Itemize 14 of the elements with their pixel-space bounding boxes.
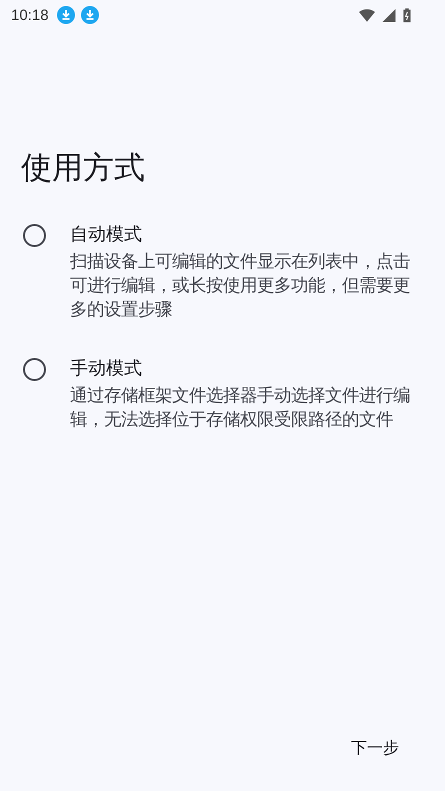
radio-button[interactable]: [23, 224, 46, 247]
option-label: 自动模式: [70, 223, 143, 247]
option-label: 手动模式: [70, 357, 143, 381]
option-description: 通过存储框架文件选择器手动选择文件进行编辑，无法选择位于存储权限受限路径的文件: [70, 385, 411, 432]
option-description: 扫描设备上可编辑的文件显示在列表中，点击可进行编辑，或长按使用更多功能，但需要更多的设置步骤: [70, 251, 411, 322]
battery-icon: [403, 8, 411, 22]
radio-button[interactable]: [23, 358, 46, 381]
status-time: 10:18: [11, 6, 49, 24]
next-button[interactable]: 下一步: [339, 728, 411, 769]
signal-icon: [381, 8, 397, 22]
wifi-icon: [359, 8, 375, 22]
page-title: 使用方式: [21, 149, 146, 188]
download-icon: [80, 6, 99, 24]
download-icon: [56, 6, 75, 24]
